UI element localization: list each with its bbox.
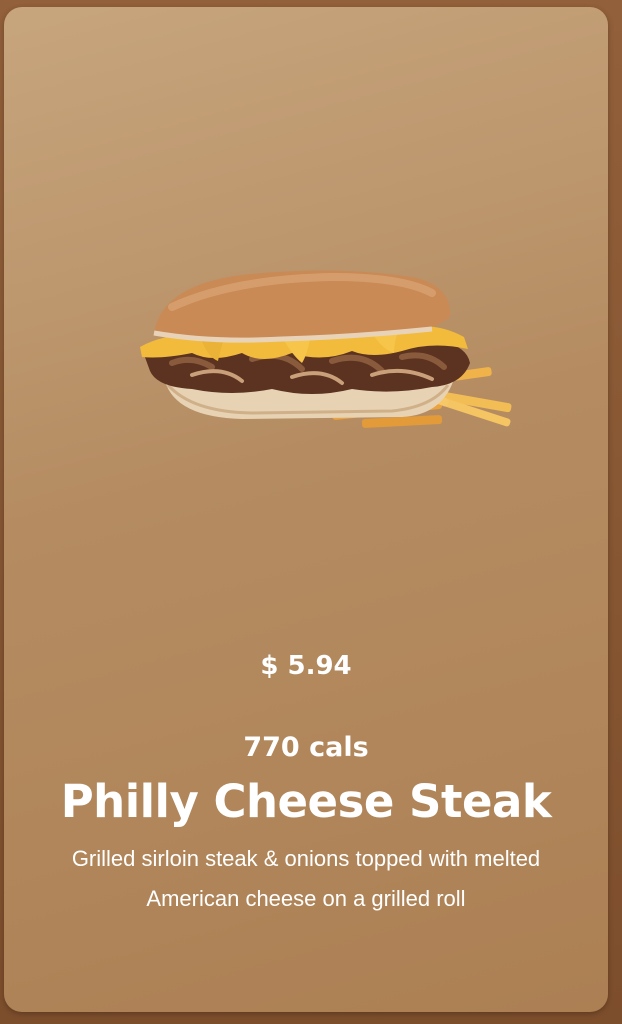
product-name: Philly Cheese Steak	[60, 775, 552, 828]
product-description: Grilled sirloin steak & onions topped wi…	[71, 846, 541, 911]
product-calories: 770 cals	[243, 732, 369, 763]
product-card[interactable]: $ 5.94 770 cals Philly Cheese Steak Gril…	[4, 7, 608, 1012]
product-price: $ 5.94	[260, 651, 352, 681]
page-background: $ 5.94 770 cals Philly Cheese Steak Gril…	[0, 0, 622, 1024]
sandwich-image	[140, 270, 512, 428]
